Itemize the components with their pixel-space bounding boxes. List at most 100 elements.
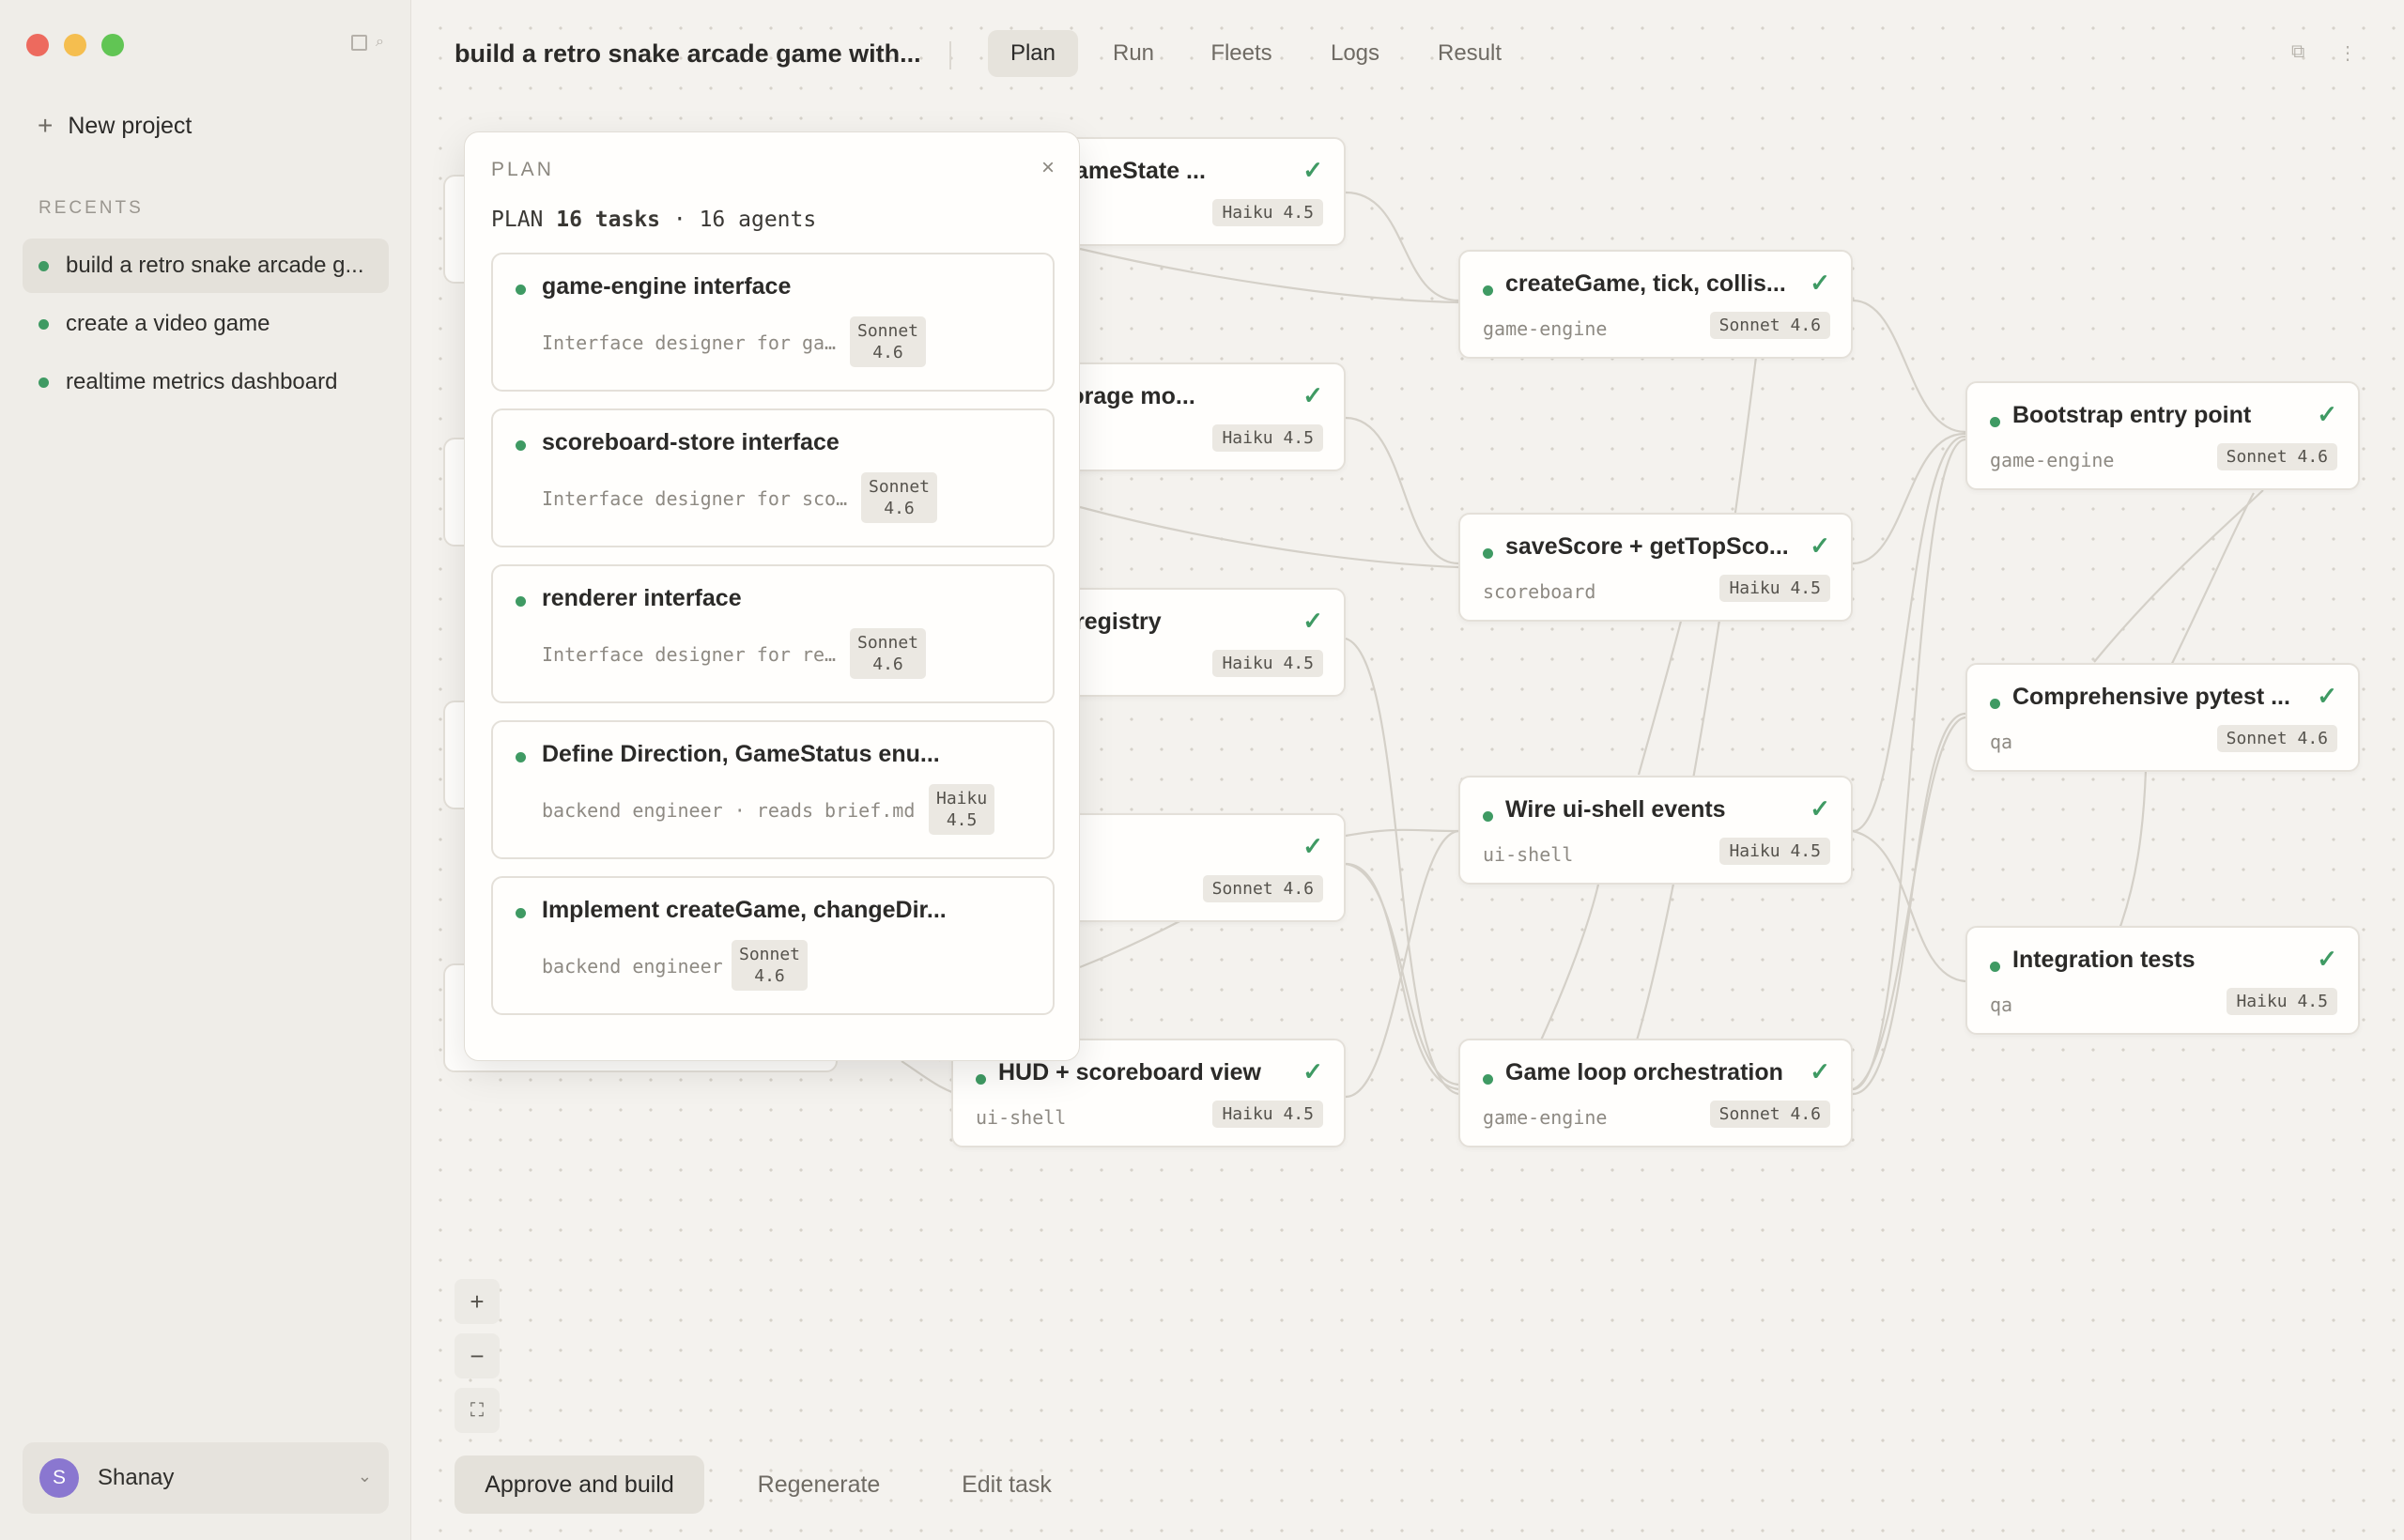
plan-summary: PLAN 16 tasks · 16 agents — [491, 208, 816, 232]
tab-fleets[interactable]: Fleets — [1196, 30, 1287, 77]
plan-task-item[interactable]: renderer interface Interface designer fo… — [491, 564, 1055, 703]
badge-line: 4.6 — [872, 654, 903, 674]
status-dot-icon — [1990, 417, 2000, 427]
model-badge: Sonnet 4.6 — [2216, 443, 2337, 470]
summary-tasks: 16 tasks — [556, 208, 661, 232]
model-badge: Sonnet 4.6 — [850, 316, 927, 367]
task-node-title: HUD + scoreboard view — [998, 1059, 1261, 1086]
task-node-agent: game-engine — [1990, 449, 2115, 471]
plan-task-agent: Interface designer for sco… — [542, 487, 848, 510]
badge-line: Sonnet — [869, 477, 931, 497]
badge-line: Haiku — [936, 789, 988, 808]
check-icon: ✓ — [1302, 156, 1323, 184]
task-node-agent: qa — [1990, 731, 2013, 753]
check-icon: ✓ — [1810, 269, 1830, 297]
regenerate-button[interactable]: Regenerate — [731, 1455, 907, 1514]
plan-task-item[interactable]: Define Direction, GameStatus enu... back… — [491, 720, 1055, 859]
check-icon: ✓ — [2317, 682, 2337, 710]
task-node[interactable]: Comprehensive pytest ... ✓ qa Sonnet 4.6 — [1965, 663, 2360, 772]
model-badge: Sonnet 4.6 — [850, 628, 927, 679]
model-badge: Haiku 4.5 — [929, 784, 995, 835]
zoom-in-button[interactable]: + — [455, 1279, 500, 1324]
plan-task-title: scoreboard-store interface — [542, 429, 840, 455]
model-badge: Sonnet 4.6 — [861, 472, 938, 523]
model-badge: Sonnet 4.6 — [732, 940, 809, 991]
model-badge: Haiku 4.5 — [1212, 650, 1323, 677]
status-dot-icon — [1990, 699, 2000, 709]
plan-task-item[interactable]: scoreboard-store interface Interface des… — [491, 408, 1055, 547]
task-node[interactable]: saveScore + getTopSco... ✓ scoreboard Ha… — [1458, 513, 1853, 622]
status-dot-icon — [516, 440, 526, 451]
model-badge: Haiku 4.5 — [1212, 1101, 1323, 1128]
task-node-title: saveScore + getTopSco... — [1505, 533, 1789, 560]
model-badge: Sonnet 4.6 — [2216, 725, 2337, 752]
check-icon: ✓ — [1302, 832, 1323, 860]
status-dot-icon — [516, 908, 526, 918]
more-options-icon[interactable]: ⋮ — [2338, 41, 2357, 65]
task-node-title: Wire ui-shell events — [1505, 796, 1726, 823]
task-node[interactable]: Integration tests ✓ qa Haiku 4.5 — [1965, 926, 2360, 1035]
status-dot-icon — [1483, 548, 1493, 559]
model-badge: Haiku 4.5 — [2227, 988, 2337, 1015]
plan-task-item[interactable]: Implement createGame, changeDir... backe… — [491, 876, 1055, 1015]
check-icon: ✓ — [2317, 400, 2337, 428]
task-node-agent: game-engine — [1483, 317, 1608, 340]
task-node-agent: qa — [1990, 993, 2013, 1016]
summary-prefix: PLAN — [491, 208, 544, 232]
check-icon: ✓ — [1302, 607, 1323, 635]
plan-task-agent: Interface designer for re… — [542, 643, 837, 666]
fit-view-button[interactable]: ⛶ — [455, 1388, 500, 1433]
badge-line: 4.5 — [946, 810, 978, 830]
tab-run[interactable]: Run — [1095, 30, 1172, 77]
check-icon: ✓ — [1302, 381, 1323, 409]
badge-line: Sonnet — [857, 321, 919, 341]
tab-plan[interactable]: Plan — [988, 30, 1078, 77]
close-icon[interactable]: × — [1041, 155, 1055, 181]
model-badge: Sonnet 4.6 — [1709, 312, 1830, 339]
check-icon: ✓ — [1810, 794, 1830, 823]
model-badge: Haiku 4.5 — [1719, 575, 1830, 602]
task-node-title: Comprehensive pytest ... — [2012, 684, 2290, 710]
approve-and-build-button[interactable]: Approve and build — [455, 1455, 704, 1514]
tab-logs[interactable]: Logs — [1313, 30, 1397, 77]
model-badge: Haiku 4.5 — [1212, 199, 1323, 226]
task-node-title: Integration tests — [2012, 947, 2196, 973]
plan-task-item[interactable]: game-engine interface Interface designer… — [491, 253, 1055, 392]
task-node-agent: ui-shell — [1483, 843, 1574, 866]
task-node[interactable]: Wire ui-shell events ✓ ui-shell Haiku 4.… — [1458, 776, 1853, 885]
status-dot-icon — [1990, 962, 2000, 972]
copy-icon[interactable]: ⧉ — [2291, 41, 2304, 63]
status-dot-icon — [516, 596, 526, 607]
zoom-out-button[interactable]: − — [455, 1333, 500, 1378]
plan-task-title: game-engine interface — [542, 273, 792, 300]
status-dot-icon — [1483, 285, 1493, 296]
status-dot-icon — [516, 285, 526, 295]
model-badge: Haiku 4.5 — [1212, 424, 1323, 452]
task-node-title: Game loop orchestration — [1505, 1059, 1783, 1086]
model-badge: Sonnet 4.6 — [1709, 1101, 1830, 1128]
task-node-title: Bootstrap entry point — [2012, 402, 2252, 428]
project-title: build a retro snake arcade game with... — [455, 39, 921, 68]
tab-result[interactable]: Result — [1422, 30, 1518, 77]
badge-line: 4.6 — [754, 966, 785, 986]
task-node-agent: scoreboard — [1483, 580, 1596, 603]
plan-task-agent: backend engineer — [542, 955, 723, 978]
task-node[interactable]: Bootstrap entry point ✓ game-engine Sonn… — [1965, 381, 2360, 490]
task-node[interactable]: Game loop orchestration ✓ game-engine So… — [1458, 1039, 1853, 1147]
badge-line: Sonnet — [857, 633, 919, 653]
badge-line: Sonnet — [739, 945, 801, 964]
task-node-agent: ui-shell — [976, 1106, 1067, 1129]
plan-task-agent: Interface designer for ga… — [542, 331, 837, 354]
status-dot-icon — [1483, 1074, 1493, 1085]
check-icon: ✓ — [1302, 1057, 1323, 1086]
edit-task-button[interactable]: Edit task — [930, 1455, 1084, 1514]
plan-task-title: Implement createGame, changeDir... — [542, 897, 947, 923]
summary-agents: · 16 agents — [672, 208, 817, 232]
status-dot-icon — [516, 752, 526, 762]
task-node[interactable]: createGame, tick, collis... ✓ game-engin… — [1458, 250, 1853, 359]
status-dot-icon — [1483, 811, 1493, 822]
popup-heading: PLAN — [491, 159, 554, 180]
task-node-title: createGame, tick, collis... — [1505, 270, 1786, 297]
task-node-agent: game-engine — [1483, 1106, 1608, 1129]
model-badge: Haiku 4.5 — [1719, 838, 1830, 865]
